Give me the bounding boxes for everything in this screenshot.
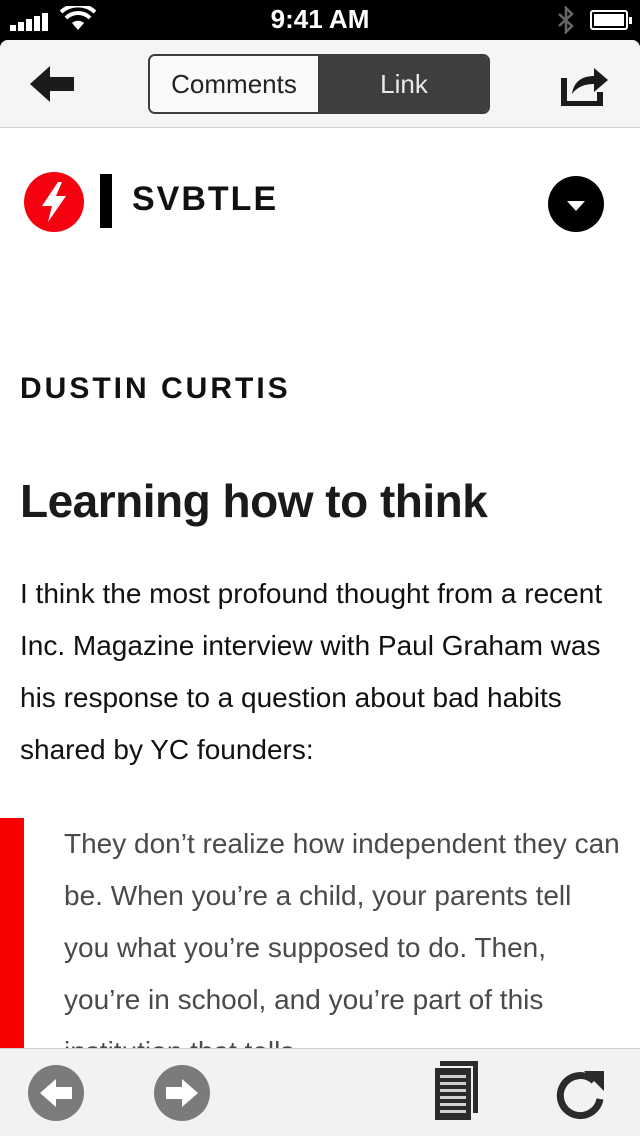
brand-name[interactable]: SVBTLE — [132, 180, 278, 219]
status-bar: 9:41 AM — [0, 0, 640, 40]
app-screen: Comments Link SVBTLE DUSTIN CURTIS Learn… — [0, 40, 640, 1136]
segmented-control: Comments Link — [148, 54, 490, 114]
article-title: Learning how to think — [20, 475, 488, 527]
author-name[interactable]: DUSTIN CURTIS — [20, 372, 291, 406]
blockquote-bar — [0, 818, 24, 1048]
blockquote-text: They don’t realize how independent they … — [64, 828, 620, 1048]
bluetooth-icon — [558, 6, 574, 34]
reload-icon[interactable] — [554, 1065, 608, 1121]
segment-comments[interactable]: Comments — [150, 56, 320, 112]
share-icon[interactable] — [560, 64, 610, 106]
circle-arrow-left-icon[interactable] — [28, 1065, 84, 1121]
article-view: SVBTLE DUSTIN CURTIS Learning how to thi… — [0, 128, 640, 1048]
chevron-down-icon[interactable] — [548, 176, 604, 232]
back-arrow-icon[interactable] — [26, 62, 80, 106]
document-icon[interactable] — [430, 1059, 482, 1123]
top-nav-bar: Comments Link — [0, 40, 640, 128]
logo-divider — [100, 174, 112, 228]
segment-link[interactable]: Link — [320, 56, 488, 112]
bottom-toolbar — [0, 1048, 640, 1136]
article-paragraph: I think the most profound thought from a… — [20, 578, 603, 765]
battery-icon — [590, 10, 632, 30]
lightning-bolt-icon — [24, 172, 84, 232]
status-time: 9:41 AM — [270, 4, 370, 34]
circle-arrow-right-icon[interactable] — [154, 1065, 210, 1121]
